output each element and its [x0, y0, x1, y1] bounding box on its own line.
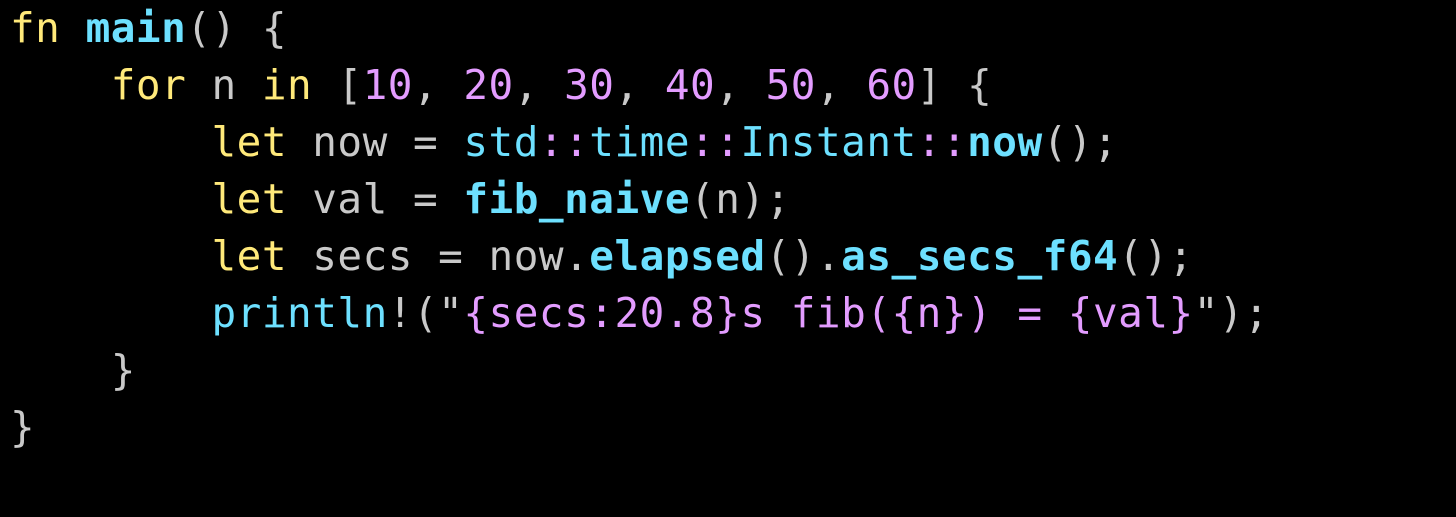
- number-literal: 20: [463, 61, 513, 109]
- keyword-let: let: [211, 118, 287, 166]
- path-time: time: [589, 118, 690, 166]
- variable-n: n: [212, 61, 237, 109]
- number-literal: 10: [363, 61, 413, 109]
- keyword-let: let: [211, 175, 287, 223]
- variable-secs: secs: [312, 232, 413, 280]
- paren-open: (: [413, 289, 438, 337]
- code-line: }: [10, 346, 136, 394]
- comma: ,: [413, 61, 463, 109]
- string-quote: ": [438, 289, 463, 337]
- code-line: let val = fib_naive(n);: [10, 175, 791, 223]
- variable-n: n: [715, 175, 740, 223]
- function-main: main: [86, 4, 187, 52]
- macro-println: println: [211, 289, 387, 337]
- number-literal: 30: [564, 61, 614, 109]
- code-line: }: [10, 403, 35, 451]
- brace-close: }: [10, 403, 35, 451]
- path-std: std: [463, 118, 539, 166]
- function-fib-naive: fib_naive: [463, 175, 690, 223]
- brace-close: }: [111, 346, 136, 394]
- brace-open: {: [262, 4, 287, 52]
- operator-eq: =: [413, 175, 438, 223]
- variable-now: now: [312, 118, 388, 166]
- punctuation: );: [1219, 289, 1269, 337]
- brace-open: {: [967, 61, 992, 109]
- bracket-close: ]: [917, 61, 942, 109]
- number-literal: 60: [866, 61, 916, 109]
- paren-open: (: [690, 175, 715, 223]
- operator-eq: =: [413, 118, 438, 166]
- keyword-let: let: [211, 232, 287, 280]
- method-elapsed: elapsed: [589, 232, 765, 280]
- bracket-open: [: [337, 61, 362, 109]
- path-sep: ::: [539, 118, 589, 166]
- comma: ,: [715, 61, 765, 109]
- code-block: fn main() { for n in [10, 20, 30, 40, 50…: [0, 0, 1456, 456]
- path-sep: ::: [917, 118, 967, 166]
- code-line: for n in [10, 20, 30, 40, 50, 60] {: [10, 61, 992, 109]
- dot: .: [564, 232, 589, 280]
- punctuation: (): [766, 232, 816, 280]
- punctuation: (): [186, 4, 236, 52]
- keyword-in: in: [262, 61, 312, 109]
- punctuation: );: [740, 175, 790, 223]
- string-literal: {secs:20.8}s fib({n}) = {val}: [463, 289, 1193, 337]
- operator-eq: =: [438, 232, 463, 280]
- comma: ,: [615, 61, 665, 109]
- string-quote: ": [1194, 289, 1219, 337]
- comma: ,: [514, 61, 564, 109]
- code-line: fn main() {: [10, 4, 287, 52]
- function-now: now: [967, 118, 1043, 166]
- code-line: let secs = now.elapsed().as_secs_f64();: [10, 232, 1194, 280]
- keyword-for: for: [111, 61, 187, 109]
- comma: ,: [816, 61, 866, 109]
- code-line: println!("{secs:20.8}s fib({n}) = {val}"…: [10, 289, 1269, 337]
- number-literal: 50: [766, 61, 816, 109]
- number-literal: 40: [665, 61, 715, 109]
- keyword-fn: fn: [10, 4, 60, 52]
- macro-bang: !: [388, 289, 413, 337]
- variable-val: val: [312, 175, 388, 223]
- variable-now: now: [489, 232, 565, 280]
- punctuation: ();: [1043, 118, 1119, 166]
- path-sep: ::: [690, 118, 740, 166]
- path-instant: Instant: [740, 118, 916, 166]
- dot: .: [816, 232, 841, 280]
- punctuation: ();: [1118, 232, 1194, 280]
- method-as-secs-f64: as_secs_f64: [841, 232, 1118, 280]
- code-line: let now = std::time::Instant::now();: [10, 118, 1118, 166]
